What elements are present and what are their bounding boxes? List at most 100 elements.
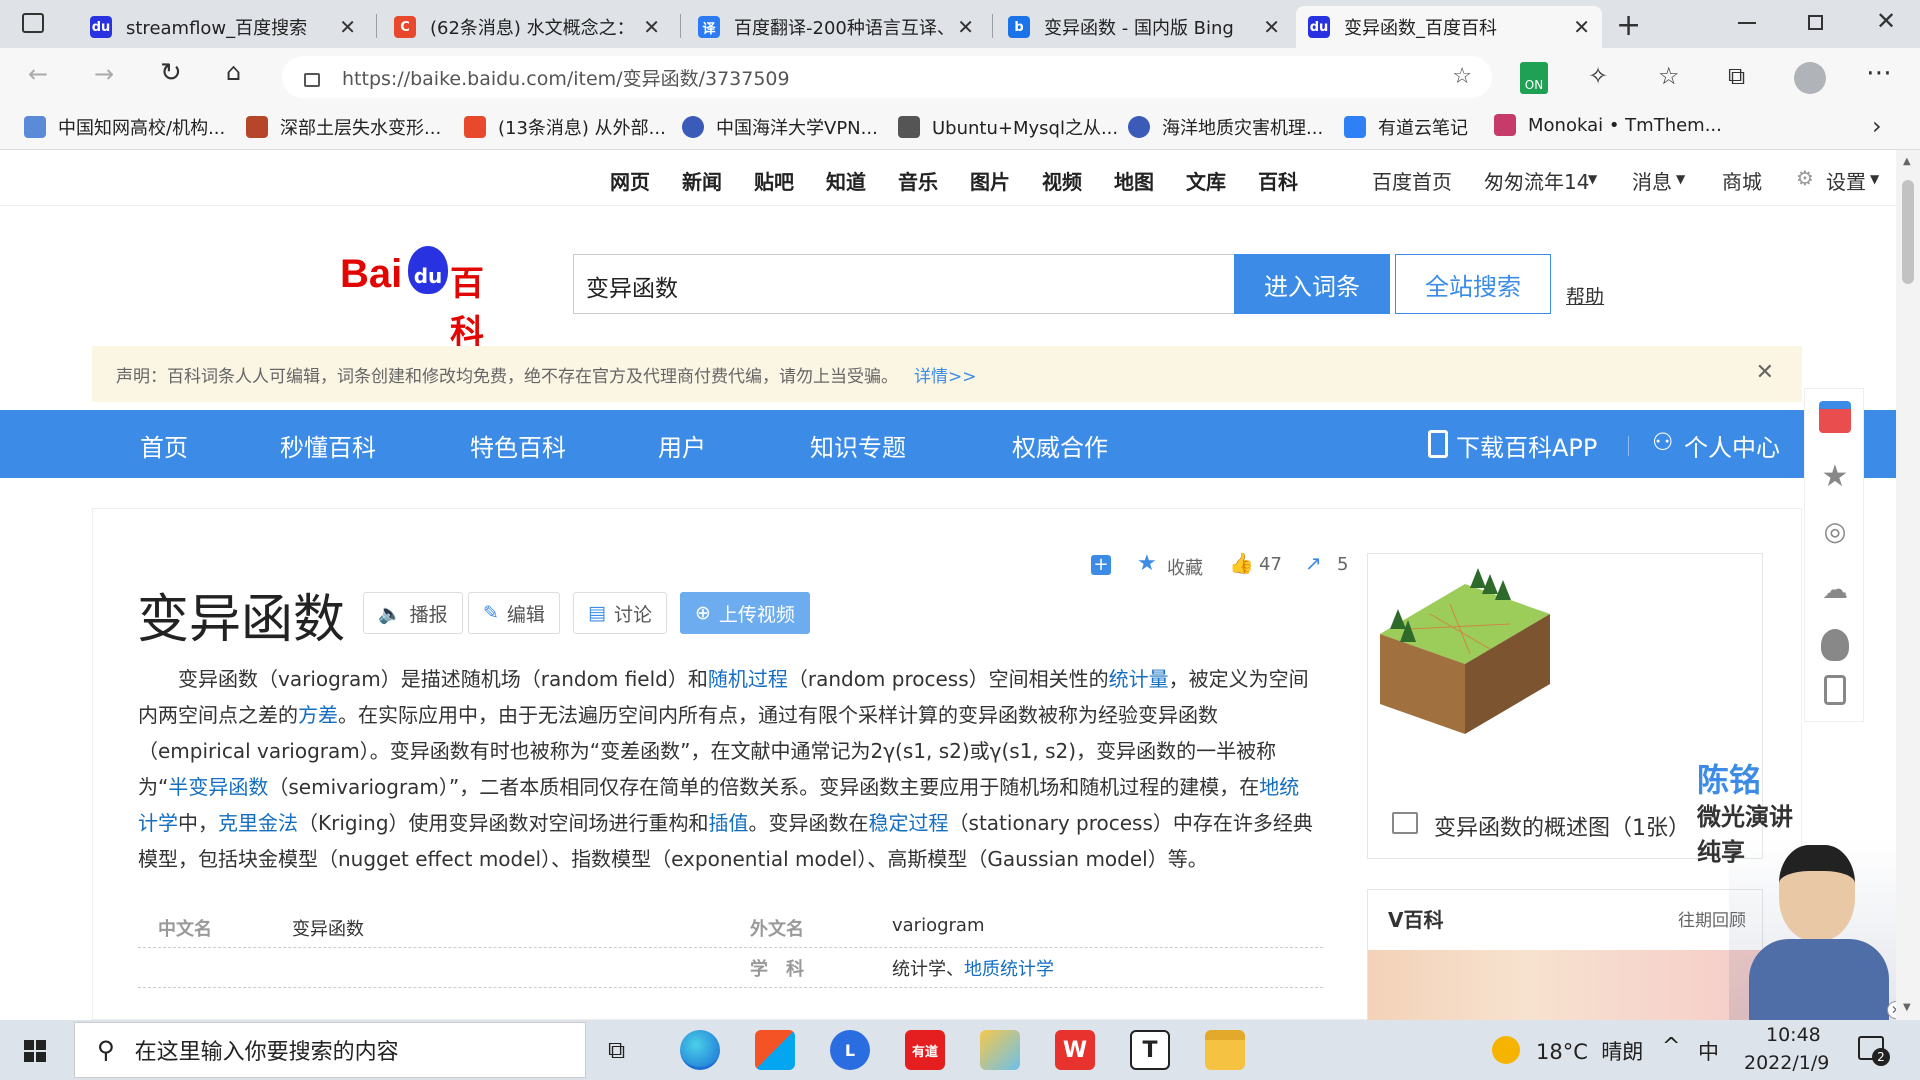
tab-bing[interactable]: b 变异函数 - 国内版 Bing ✕ <box>996 6 1292 48</box>
mall-link[interactable]: 商城 <box>1722 166 1762 195</box>
lock-icon[interactable] <box>304 73 320 87</box>
weather-sun-icon[interactable] <box>1492 1036 1520 1064</box>
bookmark-monokai[interactable]: Monokai • TmThem... <box>1494 114 1722 136</box>
scrollbar-up-icon[interactable]: ▲ <box>1903 156 1911 167</box>
user-menu[interactable]: 匆匆流年14 <box>1484 166 1589 195</box>
paint-taskbar-icon[interactable] <box>980 1030 1020 1070</box>
link-variance[interactable]: 方差 <box>298 703 338 727</box>
l-app-taskbar-icon[interactable]: L <box>830 1030 870 1070</box>
star-icon[interactable]: ★ <box>1819 459 1851 494</box>
link-geostatistics-subject[interactable]: 地质统计学 <box>964 959 1054 980</box>
scrollbar-down-icon[interactable]: ▼ <box>1903 1002 1911 1013</box>
nav-users[interactable]: 用户 <box>658 428 706 463</box>
edit-button[interactable]: ✎ 编辑 <box>468 592 560 634</box>
link-random-process[interactable]: 随机过程 <box>708 667 788 691</box>
tab-streamflow[interactable]: du streamflow_百度搜索 ✕ <box>78 6 368 48</box>
chevron-down-icon[interactable]: ▼ <box>1676 172 1685 186</box>
mobile-icon[interactable] <box>1824 675 1846 705</box>
weather-text[interactable]: 18°C 晴朗 <box>1536 1036 1643 1066</box>
topnav-music[interactable]: 音乐 <box>898 166 938 195</box>
typora-taskbar-icon[interactable]: T <box>1130 1030 1170 1070</box>
qq-icon[interactable] <box>1821 629 1849 661</box>
play-button[interactable]: 🔈 播报 <box>363 592 463 634</box>
windows-start-icon[interactable] <box>24 1040 46 1062</box>
share-icon[interactable]: ↗ <box>1305 551 1322 575</box>
close-icon[interactable]: ✕ <box>1756 360 1774 385</box>
bookmark-marine[interactable]: 海洋地质灾害机理... <box>1128 114 1323 140</box>
scrollbar-thumb[interactable] <box>1902 180 1914 284</box>
discuss-button[interactable]: ▤ 讨论 <box>573 592 667 634</box>
site-search-button[interactable]: 全站搜索 <box>1395 254 1551 314</box>
bookmark-soil[interactable]: 深部土层失水变形... <box>246 114 441 140</box>
gear-icon[interactable]: ⚙ <box>1796 166 1814 190</box>
baidu-home-link[interactable]: 百度首页 <box>1372 166 1452 195</box>
weibo-icon[interactable]: ◎ <box>1819 517 1851 549</box>
topnav-webpage[interactable]: 网页 <box>610 166 650 195</box>
collections-icon[interactable]: ⧉ <box>1728 62 1745 90</box>
task-view-icon[interactable]: ⧉ <box>608 1036 625 1064</box>
close-tab-icon[interactable]: ✕ <box>643 15 660 39</box>
add-icon[interactable]: + <box>1091 555 1111 575</box>
more-menu-icon[interactable]: ⋯ <box>1866 58 1892 88</box>
topnav-wenku[interactable]: 文库 <box>1186 166 1226 195</box>
messages-menu[interactable]: 消息 <box>1632 166 1672 195</box>
upload-video-button[interactable]: ⊕ 上传视频 <box>680 592 810 634</box>
topnav-tieba[interactable]: 贴吧 <box>754 166 794 195</box>
wechat-icon[interactable]: ☁ <box>1819 575 1851 607</box>
close-tab-icon[interactable]: ✕ <box>1263 15 1280 39</box>
chevron-down-icon[interactable]: ▼ <box>1870 172 1879 186</box>
home-icon[interactable]: ⌂ <box>226 58 241 86</box>
clock-time[interactable]: 10:48 <box>1766 1024 1821 1046</box>
bookmark-youdao[interactable]: 有道云笔记 <box>1344 114 1468 140</box>
download-app-link[interactable]: 下载百科APP <box>1456 428 1597 463</box>
v-baike-thumbnail[interactable] <box>1368 950 1762 1020</box>
notice-details-link[interactable]: 详情>> <box>914 362 977 387</box>
store-taskbar-icon[interactable] <box>755 1030 795 1070</box>
topnav-baike[interactable]: 百科 <box>1258 166 1298 195</box>
tab-csdn[interactable]: C (62条消息) 水文概念之：n ✕ <box>382 6 672 48</box>
nav-featured[interactable]: 特色百科 <box>470 428 566 463</box>
nav-cooperation[interactable]: 权威合作 <box>1012 428 1108 463</box>
refresh-icon[interactable]: ↻ <box>160 58 182 88</box>
help-link[interactable]: 帮助 <box>1566 282 1604 309</box>
minimize-icon[interactable] <box>1738 22 1756 24</box>
close-tab-icon[interactable]: ✕ <box>1573 15 1590 39</box>
chevron-down-icon[interactable]: ▼ <box>1588 172 1597 186</box>
tab-fanyi[interactable]: 译 百度翻译-200种语言互译、 ✕ <box>686 6 986 48</box>
thumbs-up-icon[interactable]: 👍 <box>1229 551 1254 575</box>
extension-on-icon[interactable]: ON <box>1520 62 1548 94</box>
favorite-add-icon[interactable]: ☆ <box>1452 64 1472 89</box>
gift-icon[interactable] <box>1819 401 1851 433</box>
star-icon[interactable]: ★ <box>1137 551 1157 576</box>
favorites-icon[interactable]: ☆ <box>1658 62 1680 90</box>
back-icon[interactable]: ← <box>28 60 48 88</box>
extensions-icon[interactable]: ✧ <box>1588 62 1608 90</box>
taskbar-search-input[interactable]: ⚲ 在这里输入你要搜索的内容 <box>74 1022 586 1078</box>
topnav-news[interactable]: 新闻 <box>682 166 722 195</box>
personal-center-link[interactable]: 个人中心 <box>1684 428 1780 463</box>
collect-link[interactable]: 收藏 <box>1167 554 1203 580</box>
tab-actions-icon[interactable] <box>22 13 44 33</box>
nav-home[interactable]: 首页 <box>140 428 188 463</box>
nav-miaodong[interactable]: 秒懂百科 <box>280 428 376 463</box>
profile-avatar[interactable] <box>1794 62 1826 94</box>
topnav-video[interactable]: 视频 <box>1042 166 1082 195</box>
presenter-video[interactable]: ✕ <box>1729 839 1909 1021</box>
clock-date[interactable]: 2022/1/9 <box>1744 1052 1829 1074</box>
search-input[interactable]: 变异函数 <box>573 254 1235 314</box>
link-kriging[interactable]: 克里金法 <box>218 811 298 835</box>
close-window-icon[interactable]: ✕ <box>1876 7 1896 35</box>
forward-icon[interactable]: → <box>94 60 114 88</box>
restore-icon[interactable] <box>1808 15 1823 30</box>
baike-logo[interactable]: Bai du 百科 <box>340 244 510 353</box>
link-statistic[interactable]: 统计量 <box>1109 667 1169 691</box>
tray-chevron-up-icon[interactable]: ^ <box>1662 1034 1680 1059</box>
youdao-taskbar-icon[interactable]: 有道 <box>905 1030 945 1070</box>
ime-indicator[interactable]: 中 <box>1698 1036 1719 1066</box>
bookmark-ouc-vpn[interactable]: 中国海洋大学VPN... <box>682 114 878 140</box>
close-tab-icon[interactable]: ✕ <box>339 15 356 39</box>
topnav-zhidao[interactable]: 知道 <box>826 166 866 195</box>
scrollbar[interactable]: ▲ ▼ <box>1896 150 1920 1020</box>
edge-taskbar-icon[interactable] <box>680 1030 720 1070</box>
topnav-map[interactable]: 地图 <box>1114 166 1154 195</box>
